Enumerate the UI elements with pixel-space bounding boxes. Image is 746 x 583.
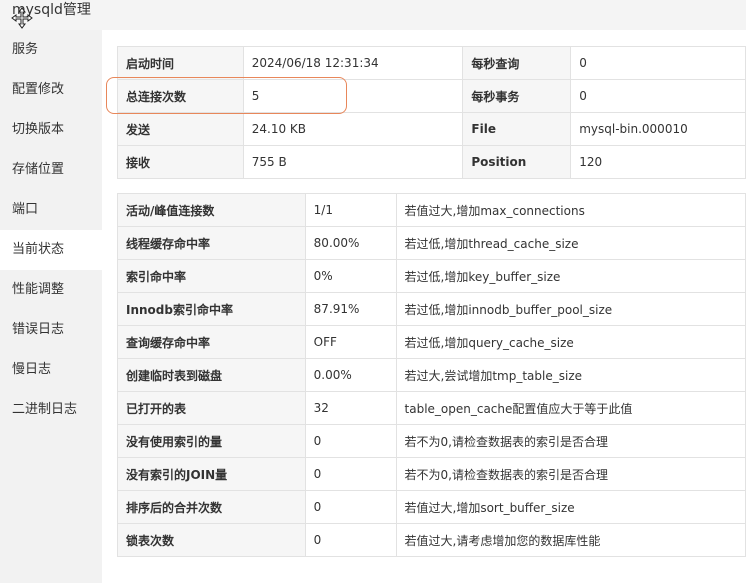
- metric-tip: 若过低,增加thread_cache_size: [395, 226, 746, 260]
- table-row: 锁表次数 0 若值过大,请考虑增加您的数据库性能: [117, 523, 746, 557]
- table-row: 没有索引的JOIN量 0 若不为0,请检查数据表的索引是否合理: [117, 457, 746, 491]
- status-key: 接收: [117, 145, 244, 179]
- metric-name: 查询缓存命中率: [117, 325, 306, 359]
- metric-value: 1/1: [304, 193, 397, 227]
- metric-value: 0: [304, 457, 397, 491]
- table-row: 排序后的合并次数 0 若值过大,增加sort_buffer_size: [117, 490, 746, 524]
- sidebar: 服务 配置修改 切换版本 存储位置 端口 当前状态 性能调整 错误日志 慢日志 …: [0, 30, 102, 583]
- sidebar-item-error-log[interactable]: 错误日志: [0, 310, 102, 350]
- status-key: File: [462, 112, 572, 146]
- metric-tip: 若过低,增加query_cache_size: [395, 325, 746, 359]
- metric-tip: 若值过大,增加max_connections: [395, 193, 746, 227]
- table-row: 已打开的表 32 table_open_cache配置值应大于等于此值: [117, 391, 746, 425]
- sidebar-item-config[interactable]: 配置修改: [0, 70, 102, 110]
- sidebar-item-binlog[interactable]: 二进制日志: [0, 390, 102, 430]
- status-table: 启动时间 2024/06/18 12:31:34 每秒查询 0 总连接次数 5 …: [117, 46, 746, 179]
- metric-name: 活动/峰值连接数: [117, 193, 306, 227]
- title-bar[interactable]: mysqld管理: [0, 0, 746, 30]
- metric-value: 0: [304, 490, 397, 524]
- metric-name: 没有索引的JOIN量: [117, 457, 306, 491]
- metric-tip: 若值过大,增加sort_buffer_size: [395, 490, 746, 524]
- sidebar-item-performance[interactable]: 性能调整: [0, 270, 102, 310]
- status-value: 2024/06/18 12:31:34: [242, 46, 464, 80]
- metric-name: 索引命中率: [117, 259, 306, 293]
- status-key: 每秒事务: [462, 79, 572, 113]
- table-row: 创建临时表到磁盘 0.00% 若过大,尝试增加tmp_table_size: [117, 358, 746, 392]
- sidebar-item-label: 性能调整: [12, 282, 65, 297]
- metric-name: 创建临时表到磁盘: [117, 358, 306, 392]
- table-row: 查询缓存命中率 OFF 若过低,增加query_cache_size: [117, 325, 746, 359]
- metric-value: 0: [304, 523, 397, 557]
- sidebar-item-status[interactable]: 当前状态: [0, 230, 102, 270]
- table-row: 总连接次数 5 每秒事务 0: [117, 79, 746, 113]
- performance-table: 活动/峰值连接数 1/1 若值过大,增加max_connections 线程缓存…: [117, 193, 746, 557]
- sidebar-item-slow-log[interactable]: 慢日志: [0, 350, 102, 390]
- sidebar-item-label: 二进制日志: [12, 402, 78, 417]
- metric-value: 0%: [304, 259, 397, 293]
- metric-value: OFF: [304, 325, 397, 359]
- metric-tip: table_open_cache配置值应大于等于此值: [395, 391, 746, 425]
- sidebar-item-label: 服务: [12, 42, 39, 57]
- sidebar-item-label: 端口: [12, 202, 39, 217]
- metric-value: 87.91%: [304, 292, 397, 326]
- table-row: Innodb索引命中率 87.91% 若过低,增加innodb_buffer_p…: [117, 292, 746, 326]
- metric-tip: 若不为0,请检查数据表的索引是否合理: [395, 424, 746, 458]
- table-row: 索引命中率 0% 若过低,增加key_buffer_size: [117, 259, 746, 293]
- sidebar-item-label: 慢日志: [12, 362, 52, 377]
- table-row: 没有使用索引的量 0 若不为0,请检查数据表的索引是否合理: [117, 424, 746, 458]
- metric-tip: 若值过大,请考虑增加您的数据库性能: [395, 523, 746, 557]
- status-key: 每秒查询: [462, 46, 572, 80]
- sidebar-item-version[interactable]: 切换版本: [0, 110, 102, 150]
- status-value: 120: [570, 145, 746, 179]
- status-value: 5: [242, 79, 464, 113]
- table-row: 启动时间 2024/06/18 12:31:34 每秒查询 0: [117, 46, 746, 80]
- sidebar-item-label: 切换版本: [12, 122, 65, 137]
- metric-name: 没有使用索引的量: [117, 424, 306, 458]
- status-value: mysql-bin.000010: [570, 112, 746, 146]
- status-key: 发送: [117, 112, 244, 146]
- table-row: 活动/峰值连接数 1/1 若值过大,增加max_connections: [117, 193, 746, 227]
- metric-name: 锁表次数: [117, 523, 306, 557]
- metric-name: 排序后的合并次数: [117, 490, 306, 524]
- move-cursor-icon: [11, 7, 33, 29]
- metric-tip: 若不为0,请检查数据表的索引是否合理: [395, 457, 746, 491]
- status-key: 启动时间: [117, 46, 244, 80]
- sidebar-item-service[interactable]: 服务: [0, 30, 102, 70]
- metric-tip: 若过低,增加innodb_buffer_pool_size: [395, 292, 746, 326]
- status-value: 24.10 KB: [242, 112, 464, 146]
- metric-value: 0.00%: [304, 358, 397, 392]
- metric-tip: 若过低,增加key_buffer_size: [395, 259, 746, 293]
- status-key: Position: [462, 145, 572, 179]
- status-key: 总连接次数: [117, 79, 244, 113]
- sidebar-item-label: 配置修改: [12, 82, 65, 97]
- sidebar-item-label: 错误日志: [12, 322, 65, 337]
- metric-name: 已打开的表: [117, 391, 306, 425]
- table-row: 发送 24.10 KB File mysql-bin.000010: [117, 112, 746, 146]
- metric-tip: 若过大,尝试增加tmp_table_size: [395, 358, 746, 392]
- status-value: 0: [570, 46, 746, 80]
- sidebar-item-port[interactable]: 端口: [0, 190, 102, 230]
- metric-name: 线程缓存命中率: [117, 226, 306, 260]
- sidebar-item-label: 存储位置: [12, 162, 65, 177]
- metric-value: 0: [304, 424, 397, 458]
- table-row: 接收 755 B Position 120: [117, 145, 746, 179]
- status-value: 0: [570, 79, 746, 113]
- sidebar-item-label: 当前状态: [12, 242, 65, 257]
- metric-name: Innodb索引命中率: [117, 292, 306, 326]
- table-row: 线程缓存命中率 80.00% 若过低,增加thread_cache_size: [117, 226, 746, 260]
- status-value: 755 B: [242, 145, 464, 179]
- sidebar-item-storage[interactable]: 存储位置: [0, 150, 102, 190]
- metric-value: 32: [304, 391, 397, 425]
- metric-value: 80.00%: [304, 226, 397, 260]
